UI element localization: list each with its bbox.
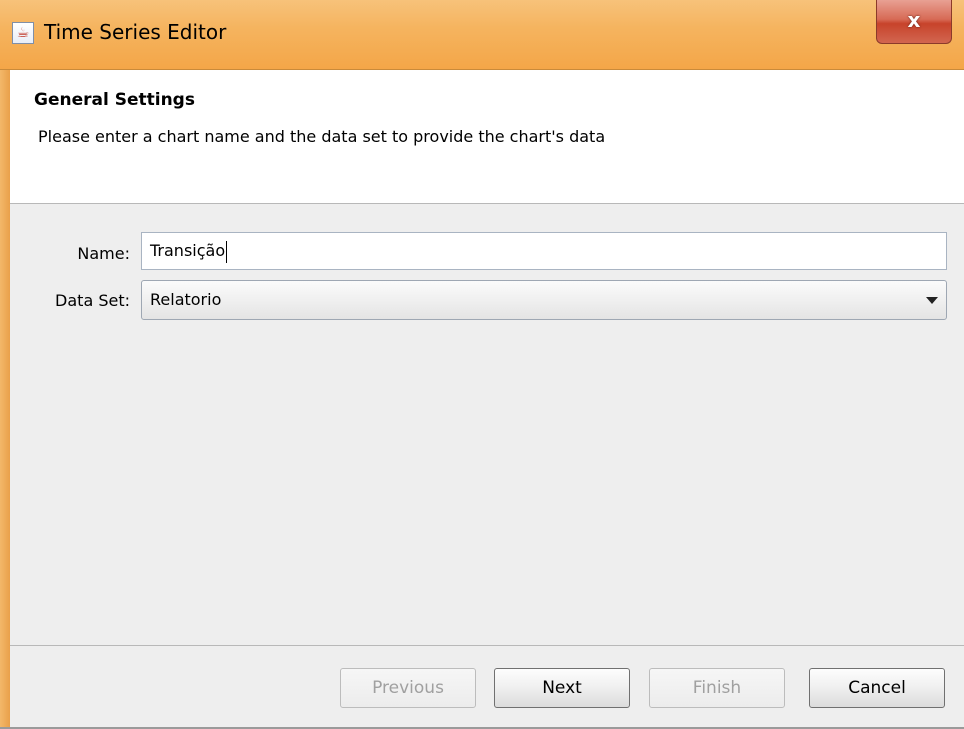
dataset-select-value: Relatorio [150,290,222,309]
section-title: General Settings [34,90,195,110]
cancel-button[interactable]: Cancel [809,668,945,708]
close-button[interactable]: x [876,0,952,44]
dataset-label: Data Set: [55,291,130,310]
chevron-down-icon[interactable] [926,297,938,304]
name-input-value: Transição [150,241,226,260]
window-frame-left [0,70,10,729]
previous-button[interactable]: Previous [340,668,476,708]
close-icon: x [907,8,921,32]
section-description: Please enter a chart name and the data s… [38,127,606,146]
time-series-editor-window: ☕ Time Series Editor x General Settings … [0,0,964,729]
dataset-select[interactable]: Relatorio [141,280,947,320]
text-caret [226,240,228,263]
name-input[interactable]: Transição [141,232,947,270]
name-label: Name: [77,244,130,263]
next-button[interactable]: Next [494,668,630,708]
window-title: Time Series Editor [44,20,227,44]
finish-button[interactable]: Finish [649,668,785,708]
wizard-footer: Previous Next Finish Cancel [10,645,964,729]
wizard-header: General Settings Please enter a chart na… [10,70,964,204]
title-bar[interactable]: ☕ Time Series Editor x [0,0,964,70]
settings-form: Name: Transição Data Set: Relatorio [10,204,964,645]
java-coffee-icon: ☕ [12,22,34,44]
